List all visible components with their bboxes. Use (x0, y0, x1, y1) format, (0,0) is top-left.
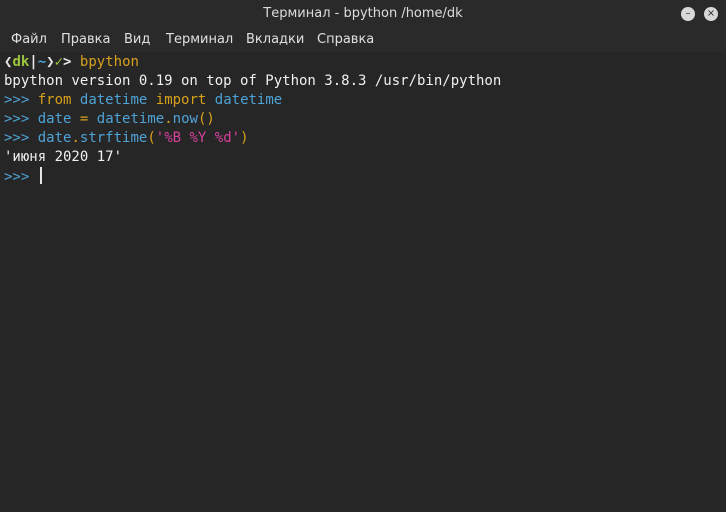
shell-command: bpython (79, 54, 139, 70)
window-title: Терминал - bpython /home/dk (263, 6, 463, 21)
repl-line-import: >>> from datetime import datetime (4, 91, 282, 110)
prompt-arrow-icon: > (63, 54, 72, 70)
close-button[interactable]: × (704, 7, 718, 21)
repl-prompt: >>> (4, 169, 30, 185)
keyword-from: from (37, 92, 72, 108)
menu-tabs[interactable]: Вкладки (246, 32, 304, 47)
menu-view[interactable]: Вид (124, 32, 150, 47)
text-cursor (39, 167, 42, 184)
repl-prompt: >>> (4, 130, 30, 146)
open-paren: ( (147, 130, 156, 146)
prompt-separator: | (29, 54, 38, 70)
terminal-window: Терминал - bpython /home/dk – × Файл Пра… (0, 0, 726, 512)
terminal-area[interactable]: ❮dk|~❯✓> bpython bpython version 0.19 on… (0, 52, 726, 512)
dot-operator: . (164, 111, 173, 127)
menu-edit[interactable]: Правка (61, 32, 110, 47)
object-name: datetime (96, 111, 165, 127)
imported-name: datetime (214, 92, 283, 108)
prompt-close-bracket: ❯ (46, 54, 55, 70)
assign-operator: = (79, 111, 89, 127)
menu-bar: Файл Правка Вид Терминал Вкладки Справка (0, 28, 726, 52)
variable-name: date (37, 111, 72, 127)
bpython-banner: bpython version 0.19 on top of Python 3.… (4, 73, 502, 89)
module-name: datetime (79, 92, 148, 108)
minimize-button[interactable]: – (681, 7, 695, 21)
shell-prompt-line: ❮dk|~❯✓> bpython (4, 53, 139, 72)
keyword-import: import (155, 92, 207, 108)
string-argument: '%B %Y %d' (155, 130, 241, 146)
repl-line-assign: >>> date = datetime.now() (4, 110, 215, 129)
prompt-user: dk (12, 54, 30, 70)
close-paren: ) (240, 130, 249, 146)
repl-input-line[interactable]: >>> (4, 167, 42, 186)
repl-line-strftime: >>> date.strftime('%B %Y %d') (4, 129, 249, 148)
call-parens: () (197, 111, 215, 127)
repl-prompt: >>> (4, 92, 30, 108)
prompt-dir: ~ (37, 54, 47, 70)
menu-terminal[interactable]: Терминал (166, 32, 233, 47)
repl-prompt: >>> (4, 111, 30, 127)
menu-help[interactable]: Справка (317, 32, 374, 47)
title-bar[interactable]: Терминал - bpython /home/dk – × (0, 0, 726, 28)
menu-file[interactable]: Файл (11, 32, 47, 47)
method-name: now (172, 111, 198, 127)
repl-output: 'июня 2020 17' (4, 149, 123, 165)
object-name: date (37, 130, 72, 146)
prompt-check-icon: ✓ (54, 54, 64, 70)
method-name: strftime (79, 130, 148, 146)
dot-operator: . (71, 130, 80, 146)
